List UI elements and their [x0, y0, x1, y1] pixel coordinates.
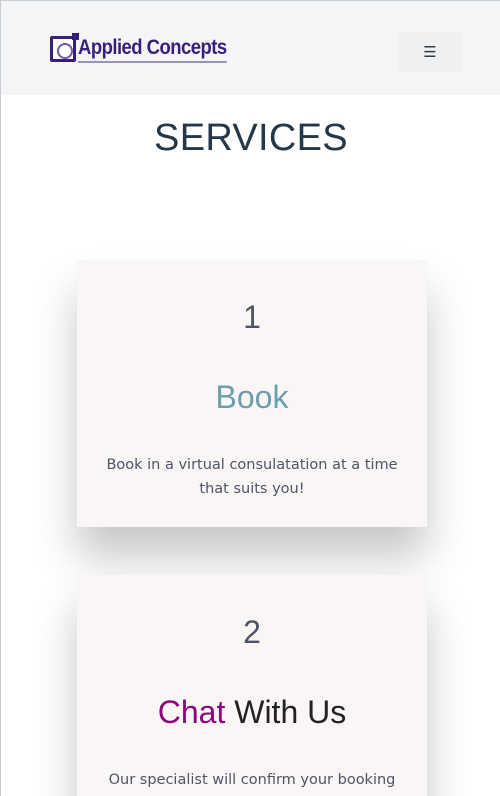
service-title-accent: Chat [157, 694, 226, 730]
service-title-rest: With Us [225, 694, 347, 730]
menu-button[interactable]: ☰ [398, 32, 462, 72]
applied-concepts-logo[interactable]: Applied Concepts [50, 32, 227, 66]
service-title: Book [215, 379, 289, 415]
page-title: SERVICES [154, 117, 348, 159]
logo-mark-icon [50, 33, 79, 62]
service-description: Our specialist will confirm your booking [108, 772, 396, 788]
logo-text: Applied Concepts [78, 36, 227, 63]
service-number: 2 [243, 614, 261, 650]
page: Applied Concepts ☰ SERVICES 1 Book Book … [0, 0, 500, 796]
service-description: Book in a virtual consulatation at a tim… [106, 457, 398, 497]
service-card-chat: 2 Chat With Us Our specialist will confi… [77, 575, 427, 796]
service-title: Chat With Us [77, 694, 427, 731]
site-header: Applied Concepts ☰ [1, 1, 500, 95]
hamburger-menu-icon: ☰ [423, 42, 437, 61]
service-number: 1 [243, 299, 261, 335]
service-card-book: 1 Book Book in a virtual consulatation a… [77, 260, 427, 527]
